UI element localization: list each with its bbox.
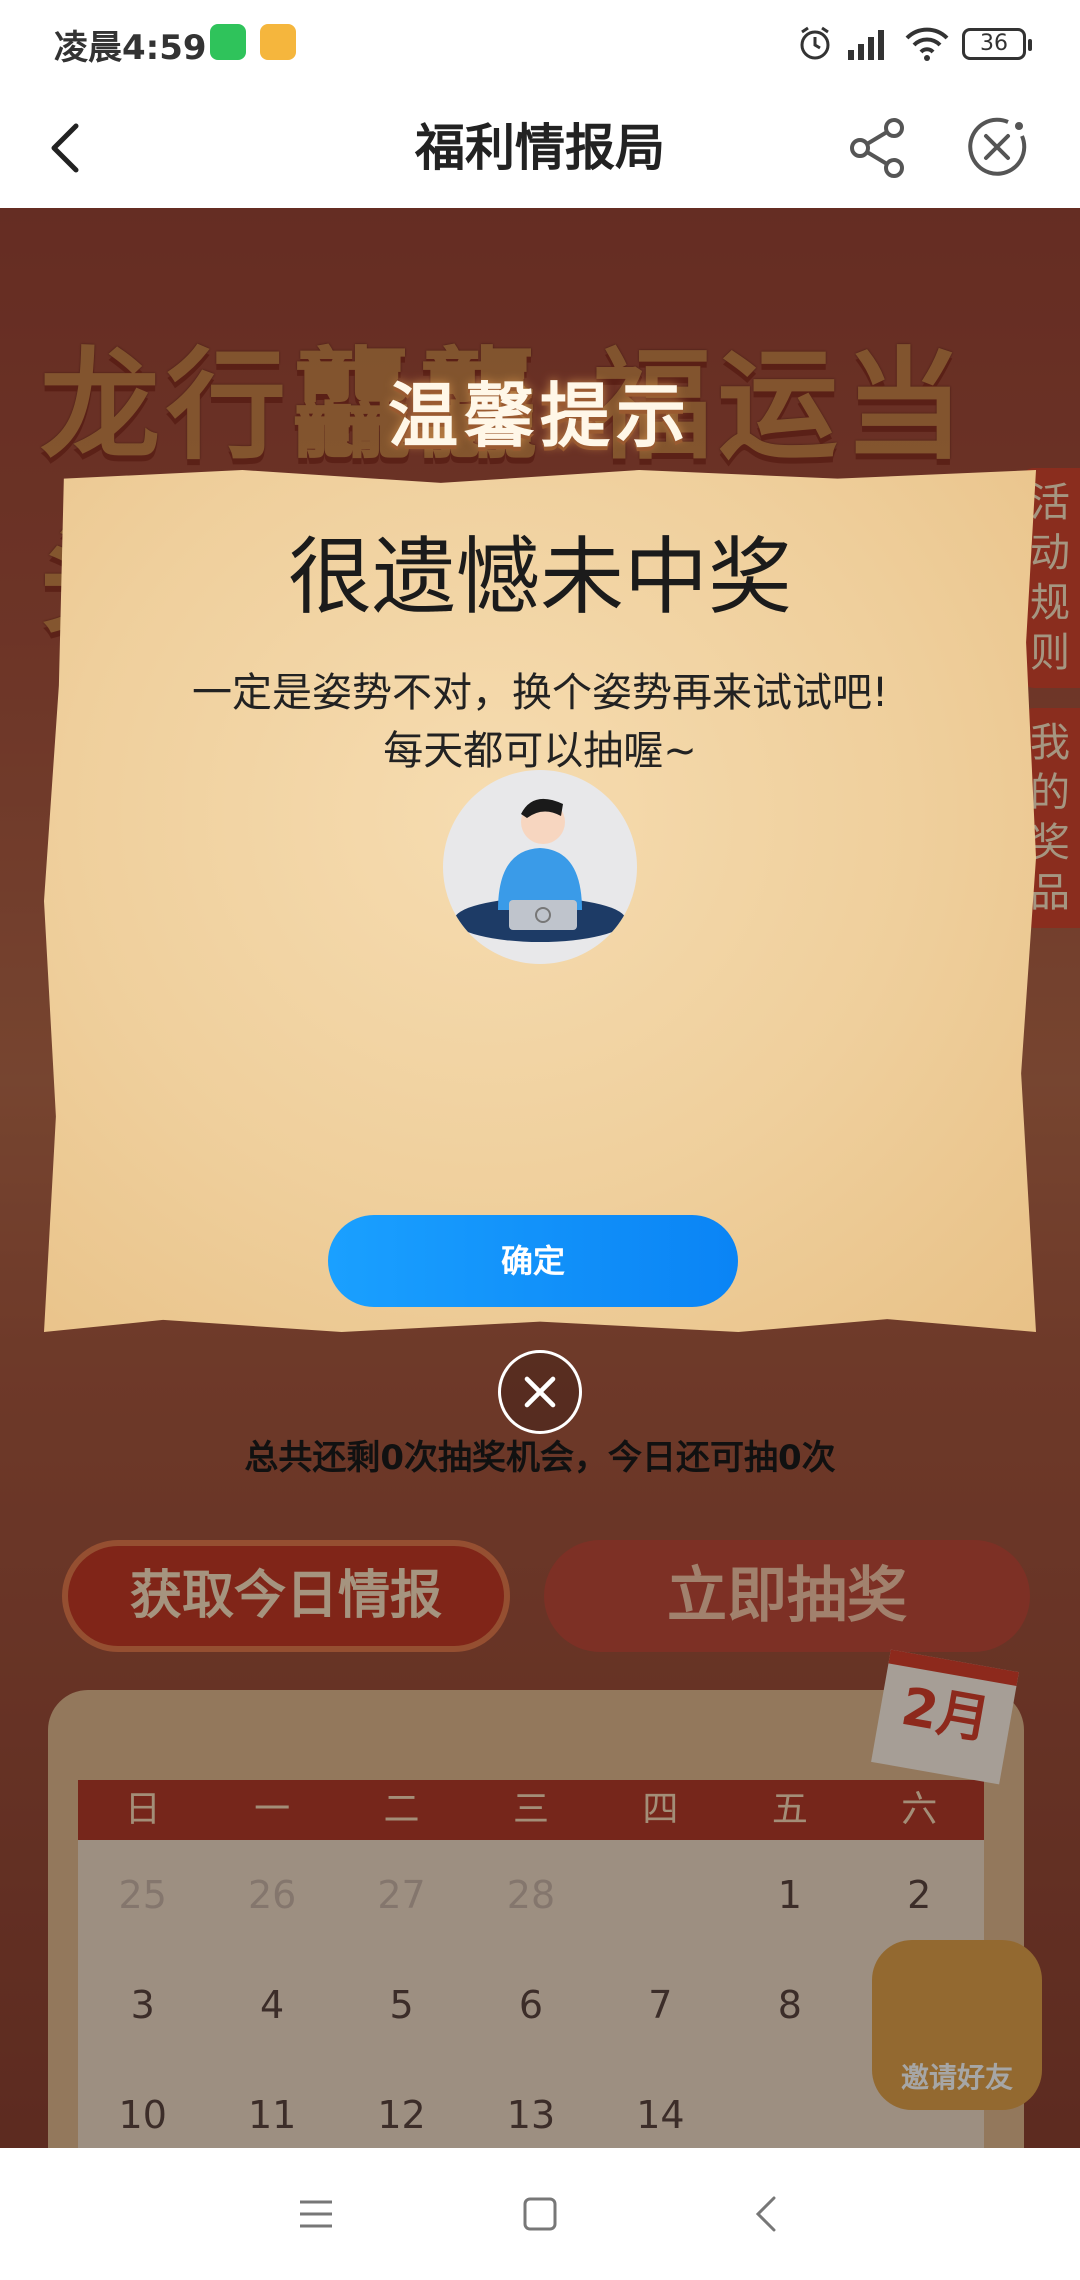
signal-icon bbox=[848, 30, 884, 60]
page-title: 福利情报局 bbox=[415, 119, 665, 177]
dialog-title: 很遗憾未中奖 bbox=[287, 528, 792, 626]
alarm-icon bbox=[800, 26, 830, 60]
nav-bar: 福利情报局 bbox=[0, 88, 1080, 208]
home-icon[interactable] bbox=[520, 2194, 560, 2234]
close-page-icon[interactable] bbox=[964, 114, 1030, 180]
dialog-message: 每天都可以抽喔~ bbox=[383, 728, 697, 774]
shield-app-icon bbox=[210, 24, 246, 60]
menu-icon[interactable] bbox=[296, 2194, 336, 2234]
share-icon[interactable] bbox=[846, 116, 910, 180]
status-bar: 凌晨4:59 36 bbox=[0, 0, 1080, 88]
remaining-chances-text: 总共还剩0次抽奖机会，今日还可抽0次 bbox=[244, 1438, 836, 1478]
sad-user-illustration bbox=[443, 770, 637, 964]
dialog-message: 一定是姿势不对，换个姿势再来试试吧! bbox=[191, 670, 889, 716]
back-icon[interactable] bbox=[748, 2194, 788, 2234]
status-time: 凌晨4:59 bbox=[54, 28, 207, 68]
dialog-heading: 温馨提示 bbox=[388, 375, 692, 457]
message-app-icon bbox=[260, 24, 296, 60]
confirm-button[interactable]: 确定 bbox=[328, 1215, 738, 1307]
wifi-icon bbox=[905, 27, 949, 61]
system-nav-bar bbox=[0, 2148, 1080, 2280]
battery-indicator: 36 bbox=[962, 28, 1032, 60]
close-dialog-icon[interactable] bbox=[498, 1350, 582, 1434]
result-dialog: 很遗憾未中奖 一定是姿势不对，换个姿势再来试试吧! 每天都可以抽喔~ 确定 bbox=[44, 470, 1036, 1332]
